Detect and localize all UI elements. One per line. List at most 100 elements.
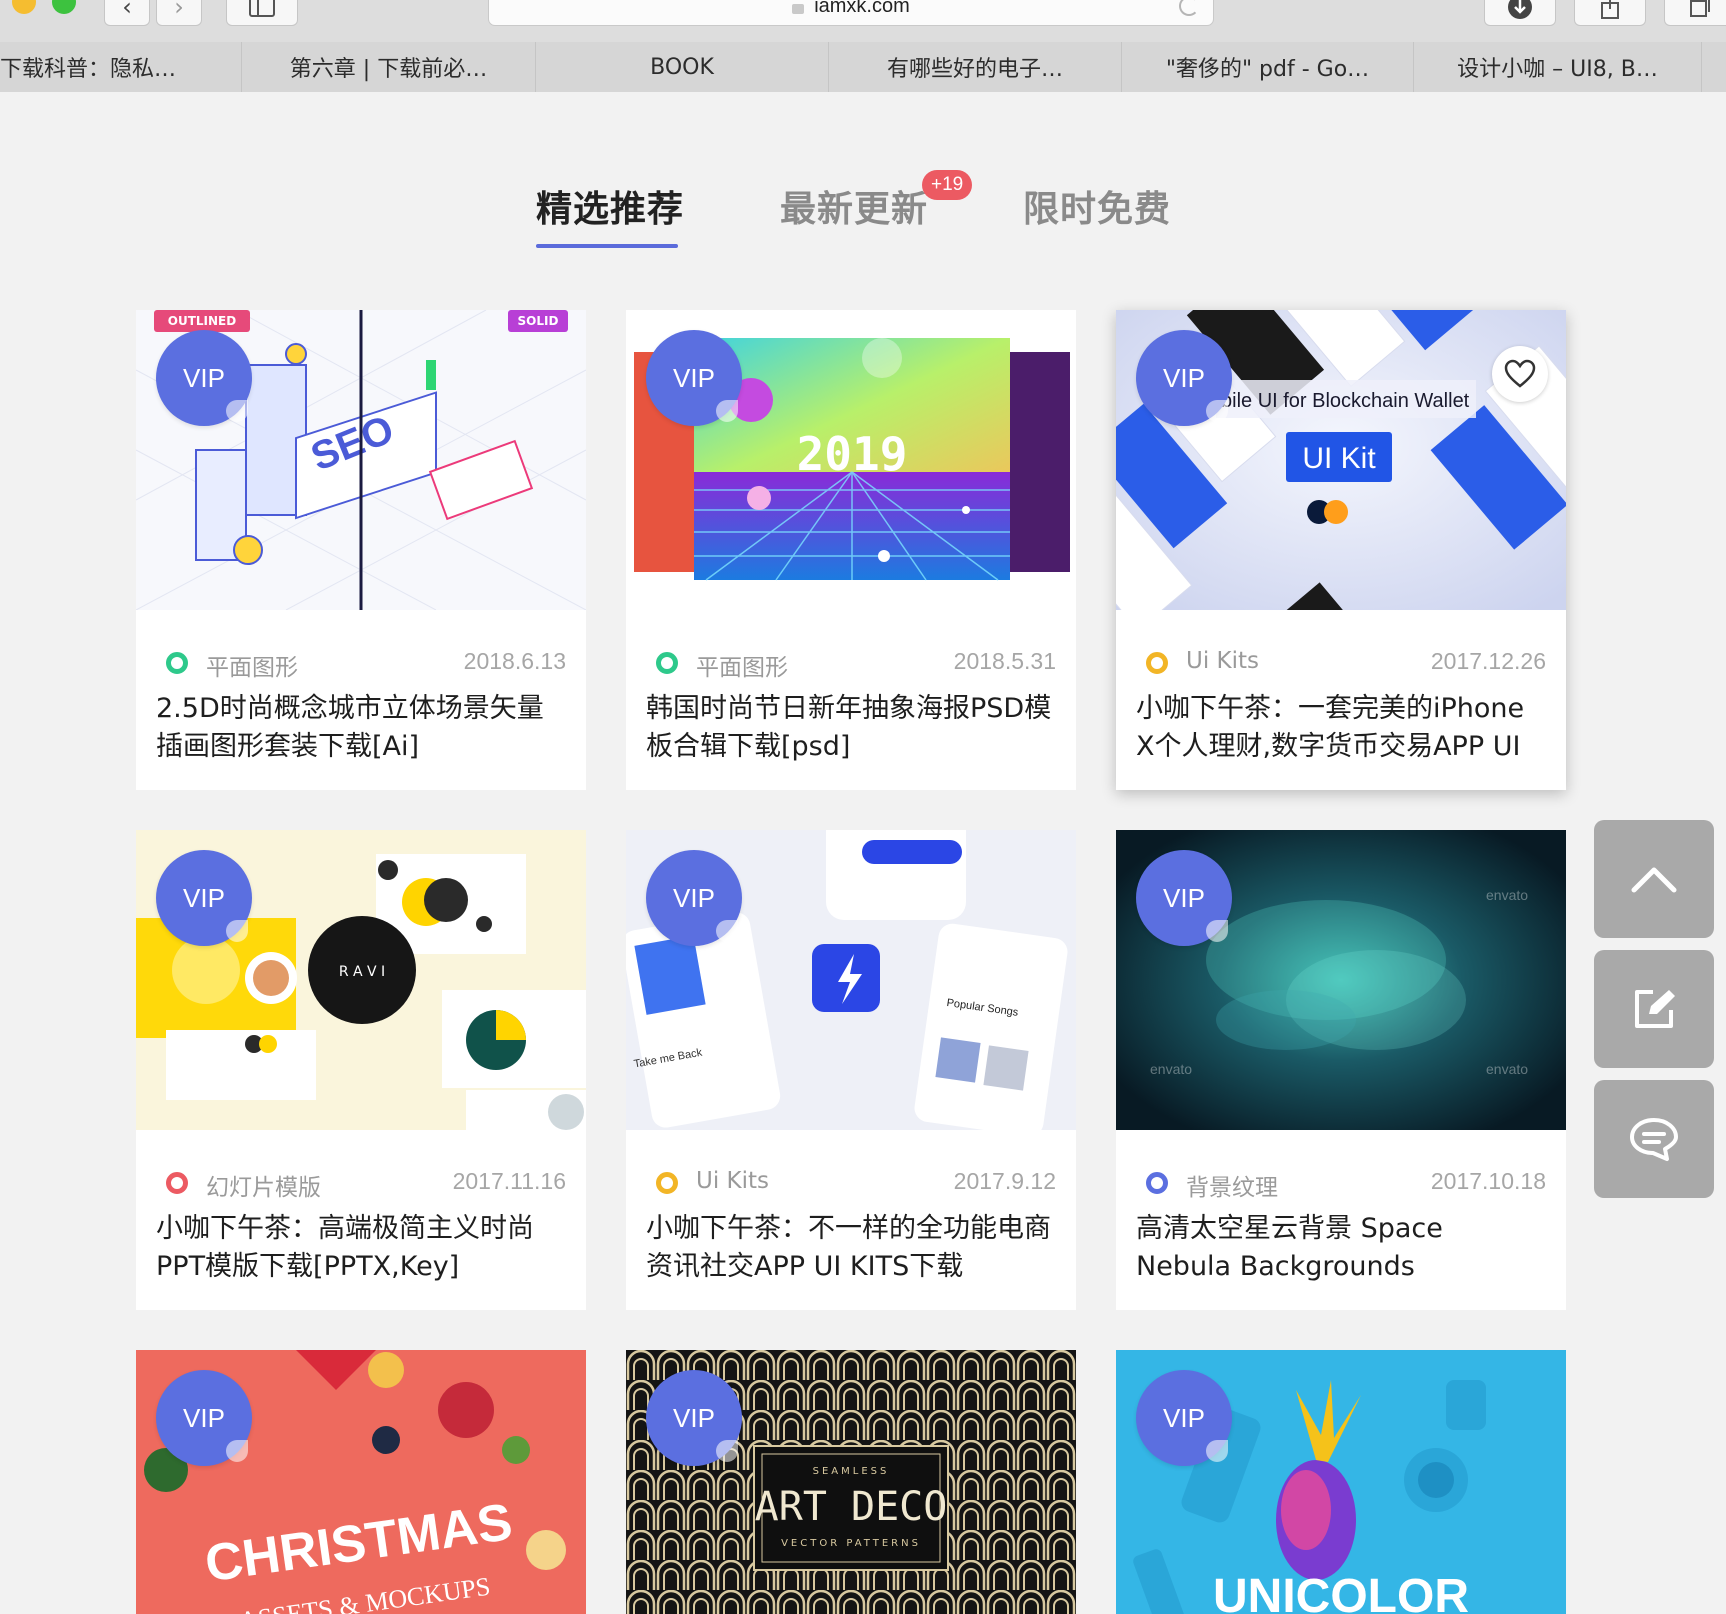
address-bar[interactable]: iamxk.com <box>488 0 1214 26</box>
card-title[interactable]: 高清太空星云背景 Space Nebula Backgrounds <box>1136 1210 1546 1286</box>
thumb-tag-left: OUTLINED <box>168 314 236 328</box>
card-category[interactable]: Ui Kits <box>696 1168 769 1194</box>
edit-icon <box>1635 990 1675 1028</box>
thumb-watermark: envato <box>1486 1061 1528 1077</box>
card-category[interactable]: 平面图形 <box>696 648 788 682</box>
tab-free[interactable]: 限时免费 <box>1023 180 1171 232</box>
browser-tab[interactable]: BOOK <box>536 42 829 92</box>
chevron-right-icon: › <box>174 0 184 21</box>
browser-tab[interactable]: 第六章 | 下载前必… <box>242 42 536 92</box>
zoom-window-button[interactable] <box>52 0 76 14</box>
thumb-text: ART DECO <box>755 1484 948 1530</box>
resource-card[interactable]: 2019 VIP 平面图形 2018.5.31 韩国时尚节日新年抽象海报PSD模… <box>626 310 1076 790</box>
card-date: 2017.12.26 <box>1430 648 1546 674</box>
card-meta: 幻灯片模版 2017.11.16 <box>166 1168 566 1201</box>
forward-button[interactable]: › <box>156 0 202 26</box>
new-tab-button[interactable] <box>1664 0 1726 26</box>
back-to-top-button[interactable] <box>1594 820 1714 938</box>
card-title[interactable]: 小咖下午茶：一套完美的iPhone X个人理财,数字货币交易APP UI <box>1136 690 1546 766</box>
downloads-button[interactable] <box>1484 0 1556 26</box>
vip-badge: VIP <box>646 1370 742 1466</box>
resource-card[interactable]: CHRISTMAS ASSETS & MOCKUPS VIP <box>136 1350 586 1614</box>
tabs-icon <box>1690 0 1710 17</box>
thumb-subtext: UI Kit <box>1302 442 1376 475</box>
card-category[interactable]: 平面图形 <box>206 648 298 682</box>
vip-badge: VIP <box>156 850 252 946</box>
category-dot-icon <box>1146 652 1168 674</box>
section-tabs: 精选推荐 最新更新 限时免费 <box>0 180 1726 250</box>
submit-post-button[interactable] <box>1594 950 1714 1068</box>
resource-card[interactable]: SEO OUTLINED SOLID VIP 平面图形 2018.6.13 2.… <box>136 310 586 790</box>
resource-card[interactable]: bile UI for Blockchain Wallet UI Kit VIP… <box>1116 310 1566 790</box>
category-dot-icon <box>1146 1172 1168 1194</box>
thumb-text: UNICOLOR <box>1213 1570 1469 1614</box>
feedback-button[interactable] <box>1594 1080 1714 1198</box>
card-date: 2018.5.31 <box>953 648 1056 674</box>
card-meta: 平面图形 2018.5.31 <box>656 648 1056 681</box>
browser-chrome: ‹ › iamxk.com 下载科普：隐私… 第六章 | 下载前必… BOOK … <box>0 0 1726 92</box>
card-category[interactable]: 背景纹理 <box>1186 1168 1278 1202</box>
card-meta: 平面图形 2018.6.13 <box>166 648 566 681</box>
browser-tab[interactable]: "奢侈的" pdf - Go… <box>1122 42 1414 92</box>
sidebar-toggle-button[interactable] <box>226 0 298 26</box>
card-meta: Ui Kits 2017.9.12 <box>656 1168 1056 1198</box>
thumb-text: 2019 <box>797 427 908 481</box>
resource-card[interactable]: envato envato envato VIP 背景纹理 2017.10.18… <box>1116 830 1566 1310</box>
lock-icon <box>792 4 805 14</box>
tab-latest[interactable]: 最新更新 <box>780 180 928 232</box>
card-meta: 背景纹理 2017.10.18 <box>1146 1168 1546 1201</box>
card-title[interactable]: 2.5D时尚概念城市立体场景矢量插画图形套装下载[Ai] <box>156 690 566 766</box>
share-icon <box>1601 0 1619 19</box>
thumb-watermark: envato <box>1486 887 1528 903</box>
vip-badge: VIP <box>646 850 742 946</box>
new-count-badge: +19 <box>922 170 973 200</box>
resource-card[interactable]: SEAMLESS ART DECO VECTOR PATTERNS VIP <box>626 1350 1076 1614</box>
address-text: iamxk.com <box>814 0 910 17</box>
vip-badge: VIP <box>156 330 252 426</box>
category-dot-icon <box>166 1172 188 1194</box>
card-date: 2017.9.12 <box>953 1168 1056 1194</box>
browser-tab[interactable]: 下载科普：隐私… <box>0 42 242 92</box>
resource-card[interactable]: Take me Back Popular Songs VIP Ui Kits 2… <box>626 830 1076 1310</box>
card-meta: Ui Kits 2017.12.26 <box>1146 648 1546 678</box>
tab-featured[interactable]: 精选推荐 <box>536 180 684 232</box>
resource-card[interactable]: UNICOLOR VIP <box>1116 1350 1566 1614</box>
vip-badge: VIP <box>646 330 742 426</box>
card-title[interactable]: 小咖下午茶：高端极简主义时尚PPT模版下载[PPTX,Key] <box>156 1210 566 1286</box>
reload-icon[interactable] <box>1179 0 1199 16</box>
card-title[interactable]: 小咖下午茶：不一样的全功能电商资讯社交APP UI KITS下载 <box>646 1210 1056 1286</box>
sidebar-icon <box>249 0 275 17</box>
active-tab-indicator <box>536 244 678 248</box>
chevron-left-icon: ‹ <box>122 0 132 21</box>
back-button[interactable]: ‹ <box>104 0 150 26</box>
vip-badge: VIP <box>1136 850 1232 946</box>
category-dot-icon <box>656 652 678 674</box>
share-button[interactable] <box>1574 0 1646 26</box>
vip-badge: VIP <box>1136 1370 1232 1466</box>
thumb-watermark: envato <box>1150 1061 1192 1077</box>
browser-tab[interactable]: 有哪些好的电子… <box>829 42 1122 92</box>
favorite-button[interactable] <box>1492 346 1548 402</box>
card-category[interactable]: 幻灯片模版 <box>206 1168 321 1202</box>
tab-overflow[interactable] <box>1702 42 1726 92</box>
arrow-up-icon <box>1631 867 1677 893</box>
category-dot-icon <box>166 652 188 674</box>
card-date: 2017.11.16 <box>452 1168 566 1194</box>
card-title[interactable]: 韩国时尚节日新年抽象海报PSD模板合辑下载[psd] <box>646 690 1056 766</box>
category-dot-icon <box>656 1172 678 1194</box>
heart-icon <box>1504 359 1536 388</box>
browser-tab[interactable]: 设计小咖 – UI8, B… <box>1414 42 1702 92</box>
minimize-window-button[interactable] <box>12 0 36 14</box>
resource-card[interactable]: R A V I VIP 幻灯片模版 2017.11.16 小咖下午茶：高端极简主… <box>136 830 586 1310</box>
download-icon <box>1508 0 1532 19</box>
browser-tab-bar: 下载科普：隐私… 第六章 | 下载前必… BOOK 有哪些好的电子… "奢侈的"… <box>0 42 1726 92</box>
thumb-subtext: VECTOR PATTERNS <box>781 1538 921 1549</box>
thumb-text: bile UI for Blockchain Wallet <box>1221 390 1470 412</box>
thumb-subtext: SEAMLESS <box>813 1466 890 1477</box>
vip-badge: VIP <box>1136 330 1232 426</box>
browser-toolbar: ‹ › iamxk.com <box>0 0 1726 42</box>
vip-badge: VIP <box>156 1370 252 1466</box>
card-category[interactable]: Ui Kits <box>1186 648 1259 674</box>
thumb-tag-right: SOLID <box>518 314 559 328</box>
thumb-text: R A V I <box>339 964 385 980</box>
